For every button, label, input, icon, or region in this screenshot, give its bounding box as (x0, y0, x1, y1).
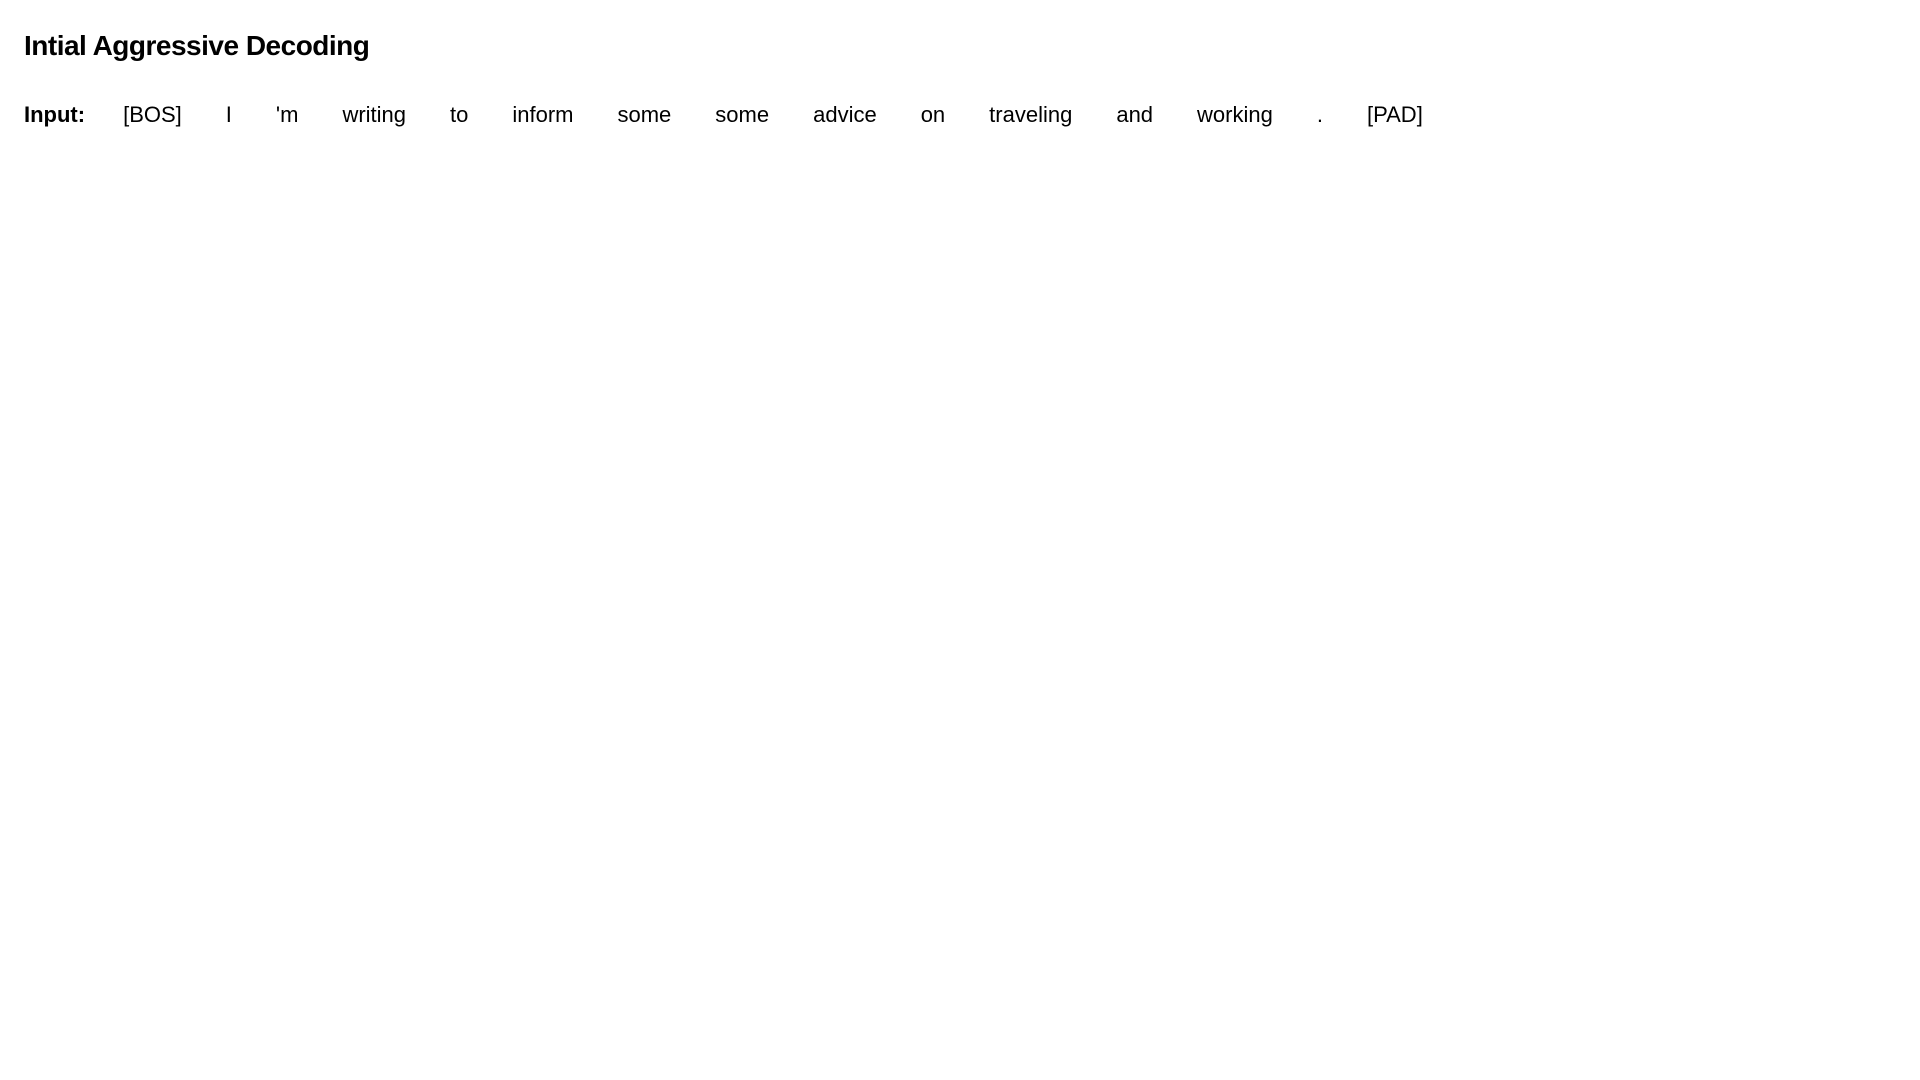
token: inform (490, 102, 595, 128)
token: and (1094, 102, 1175, 128)
token: some (693, 102, 791, 128)
token: working (1175, 102, 1295, 128)
token: [BOS] (101, 102, 204, 128)
token: on (899, 102, 967, 128)
token: to (428, 102, 490, 128)
token: 'm (254, 102, 321, 128)
token: [PAD] (1345, 102, 1445, 128)
input-row: Input: [BOS]I'mwritingtoinformsomesomead… (24, 102, 1896, 128)
token: traveling (967, 102, 1094, 128)
token: I (204, 102, 254, 128)
input-label: Input: (24, 102, 85, 128)
page-title: Intial Aggressive Decoding (24, 30, 1896, 62)
tokens-container: [BOS]I'mwritingtoinformsomesomeadviceont… (101, 102, 1445, 128)
token: . (1295, 102, 1345, 128)
token: some (596, 102, 694, 128)
page-container: Intial Aggressive Decoding Input: [BOS]I… (0, 0, 1920, 158)
token: advice (791, 102, 899, 128)
token: writing (320, 102, 428, 128)
